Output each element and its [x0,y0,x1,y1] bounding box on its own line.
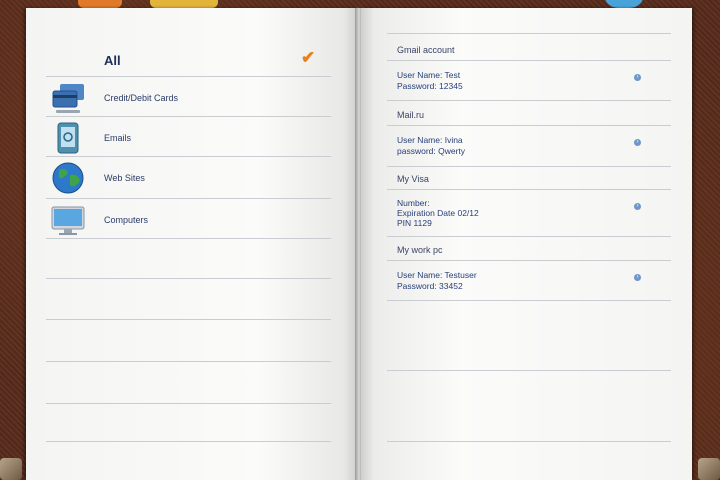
checkmark-icon: ✔ [301,48,316,67]
entry-username: User Name: Testuser [397,270,477,280]
category-label: Emails [104,133,132,143]
category-web-sites[interactable]: Web Sites [50,158,330,198]
entry-expiration: Expiration Date 02/12 [397,208,479,218]
divider [387,166,671,167]
divider [46,116,331,117]
group-header: Mail.ru [397,110,425,120]
entry-number: Number: [397,198,430,208]
chevron-right-icon[interactable]: › [634,139,641,146]
category-label: Computers [104,215,149,225]
entries-page: Gmail account User Name: Test Password: … [361,8,692,480]
divider [387,100,671,101]
entry-password: Password: 33452 [397,281,463,291]
entry-row[interactable]: User Name: Test Password: 12345 › [387,61,671,99]
group-header: My work pc [397,245,443,255]
divider [46,403,331,404]
divider [46,238,331,239]
entry-password: password: Qwerty [397,146,466,156]
entry-password: Password: 12345 [397,81,463,91]
entry-pin: PIN 1129 [397,218,432,228]
computer-icon [51,206,85,235]
group-header: My Visa [397,174,429,184]
divider [387,300,671,301]
chevron-right-icon[interactable]: › [634,274,641,281]
category-emails[interactable]: Emails [50,118,330,158]
divider [46,361,331,362]
category-label: Credit/Debit Cards [104,93,179,103]
chevron-right-icon[interactable]: › [634,203,641,210]
divider [46,319,331,320]
divider [387,236,671,237]
entry-row[interactable]: User Name: Testuser Password: 33452 › [387,261,671,299]
all-categories-label[interactable]: All [104,53,121,68]
divider [387,370,671,371]
divider [46,198,331,199]
entry-row[interactable]: Number: Expiration Date 02/12 PIN 1129 › [387,190,671,235]
category-computers[interactable]: Computers [50,200,330,240]
category-page: All ✔ Credit/Debit Cards Emails Web Site… [26,8,357,480]
entry-username: User Name: Ivina [397,135,463,145]
entry-row[interactable]: User Name: Ivina password: Qwerty › [387,126,671,164]
divider [46,441,331,442]
bookmark-tab-orange[interactable] [78,0,122,8]
bookmark-tab-yellow[interactable] [150,0,218,8]
email-icon [57,122,79,154]
chevron-right-icon[interactable]: › [634,74,641,81]
category-credit-cards[interactable]: Credit/Debit Cards [50,78,330,118]
category-label: Web Sites [104,173,145,183]
group-header: Gmail account [397,45,455,55]
divider [46,156,331,157]
globe-icon [52,162,84,194]
corner-guard-left [0,458,22,480]
entry-username: User Name: Test [397,70,461,80]
divider [387,33,671,34]
divider [46,278,331,279]
corner-guard-right [698,458,720,480]
divider [387,441,671,442]
credit-card-icon [52,84,84,113]
divider [46,76,331,77]
